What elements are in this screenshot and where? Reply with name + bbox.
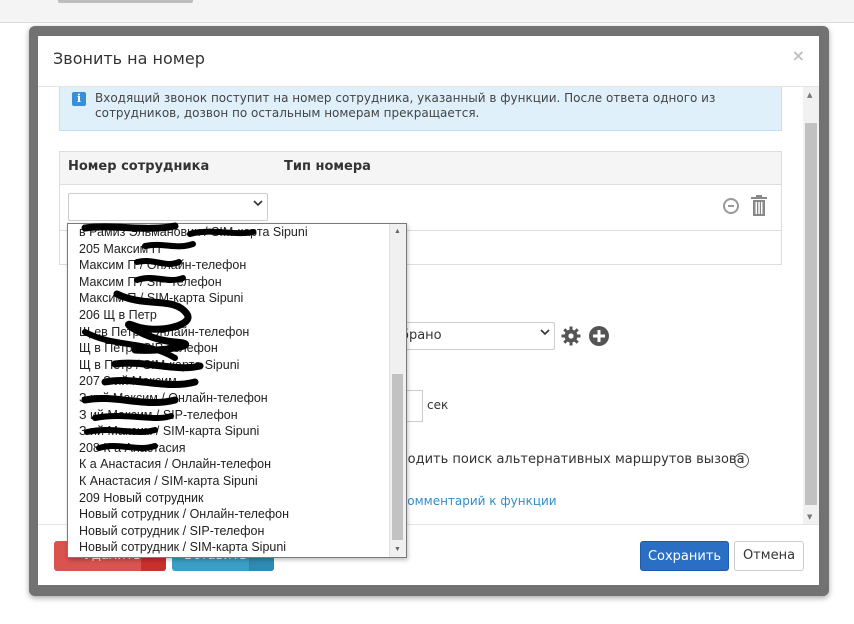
info-text: Входящий звонок поступит на номер сотруд… bbox=[95, 91, 716, 120]
minus-circle-icon[interactable] bbox=[723, 198, 739, 214]
dropdown-item[interactable]: З ий Максим / SIP-телефон bbox=[68, 407, 388, 424]
alt-routes-text: водить поиск альтернативных маршрутов вы… bbox=[400, 452, 745, 467]
dropdown-item[interactable]: 209 Новый сотрудник bbox=[68, 490, 388, 507]
employee-table-header: Номер сотрудника Тип номера bbox=[60, 152, 781, 185]
seconds-unit: сек bbox=[427, 398, 449, 412]
plus-circle-icon[interactable] bbox=[589, 326, 609, 346]
employee-number-select[interactable] bbox=[68, 193, 268, 221]
comment-link[interactable]: комментарий к функции bbox=[400, 494, 557, 508]
col-employee-number: Номер сотрудника bbox=[68, 159, 210, 174]
dropdown-item[interactable]: Новый сотрудник / Онлайн-телефон bbox=[68, 506, 388, 523]
dropdown-item[interactable]: К Анастасия / SIM-карта Sipuni bbox=[68, 473, 388, 490]
modal-scroll-thumb[interactable] bbox=[805, 123, 817, 505]
dropdown-item[interactable]: 207 З ий Максим bbox=[68, 373, 388, 390]
chevron-down-icon bbox=[253, 198, 263, 211]
employee-number-dropdown[interactable]: в Рамиз Эльманович / SIM-карта Sipuni 20… bbox=[67, 223, 407, 558]
gear-icon[interactable] bbox=[561, 326, 581, 346]
background-topbar bbox=[0, 0, 854, 23]
modal-header: Звонить на номер × bbox=[38, 36, 819, 87]
chevron-down-icon bbox=[540, 327, 550, 340]
scroll-up-icon[interactable]: ▲ bbox=[394, 228, 401, 236]
dropdown-item[interactable]: З ий Максим / SIM-карта Sipuni bbox=[68, 423, 388, 440]
background-tab bbox=[58, 0, 193, 3]
dropdown-item[interactable]: Щ в Петр / SIP-телефон bbox=[68, 340, 388, 357]
dropdown-item[interactable]: З кий Максим / Онлайн-телефон bbox=[68, 390, 388, 407]
dropdown-list: в Рамиз Эльманович / SIM-карта Sipuni 20… bbox=[68, 224, 388, 556]
scroll-down-icon[interactable]: ▼ bbox=[807, 513, 812, 521]
dropdown-item[interactable]: К а Анастасия / Онлайн-телефон bbox=[68, 456, 388, 473]
modal-title: Звонить на номер bbox=[53, 49, 205, 68]
dropdown-scroll-thumb[interactable] bbox=[392, 374, 403, 540]
dropdown-item[interactable]: Максим П / SIP-телефон bbox=[68, 274, 388, 291]
cancel-button[interactable]: Отмена bbox=[734, 541, 804, 571]
dropdown-item[interactable]: Щ в Петр / SIM-карта Sipuni bbox=[68, 357, 388, 374]
scroll-down-icon[interactable]: ▼ bbox=[394, 546, 401, 554]
dropdown-item[interactable]: в Рамиз Эльманович / SIM-карта Sipuni bbox=[68, 224, 388, 241]
dropdown-item[interactable]: Новый сотрудник / SIM-карта Sipuni bbox=[68, 539, 388, 556]
save-button[interactable]: Сохранить bbox=[640, 541, 729, 571]
close-icon[interactable]: × bbox=[792, 46, 805, 65]
dropdown-scrollbar[interactable]: ▲ ▼ bbox=[389, 224, 406, 557]
dropdown-item[interactable]: Максим П / SIM-карта Sipuni bbox=[68, 290, 388, 307]
dropdown-item[interactable]: 206 Щ в Петр bbox=[68, 307, 388, 324]
col-number-type: Тип номера bbox=[284, 159, 371, 174]
info-icon: i bbox=[72, 92, 86, 106]
modal-scrollbar[interactable]: ▲ ▼ bbox=[803, 87, 819, 524]
dropdown-item[interactable]: Новый сотрудник / SIP-телефон bbox=[68, 523, 388, 540]
scroll-up-icon[interactable]: ▲ bbox=[807, 91, 812, 99]
dropdown-item[interactable]: 208 К а Анастасия bbox=[68, 440, 388, 457]
dropdown-item[interactable]: Щ ев Петр / Онлайн-телефон bbox=[68, 324, 388, 341]
help-icon[interactable]: ? bbox=[734, 453, 749, 468]
trash-icon[interactable] bbox=[750, 195, 768, 217]
dropdown-item[interactable]: Максим П / Онлайн-телефон bbox=[68, 257, 388, 274]
info-alert: i Входящий звонок поступит на номер сотр… bbox=[59, 87, 782, 131]
dropdown-item[interactable]: 205 Максим П bbox=[68, 241, 388, 258]
